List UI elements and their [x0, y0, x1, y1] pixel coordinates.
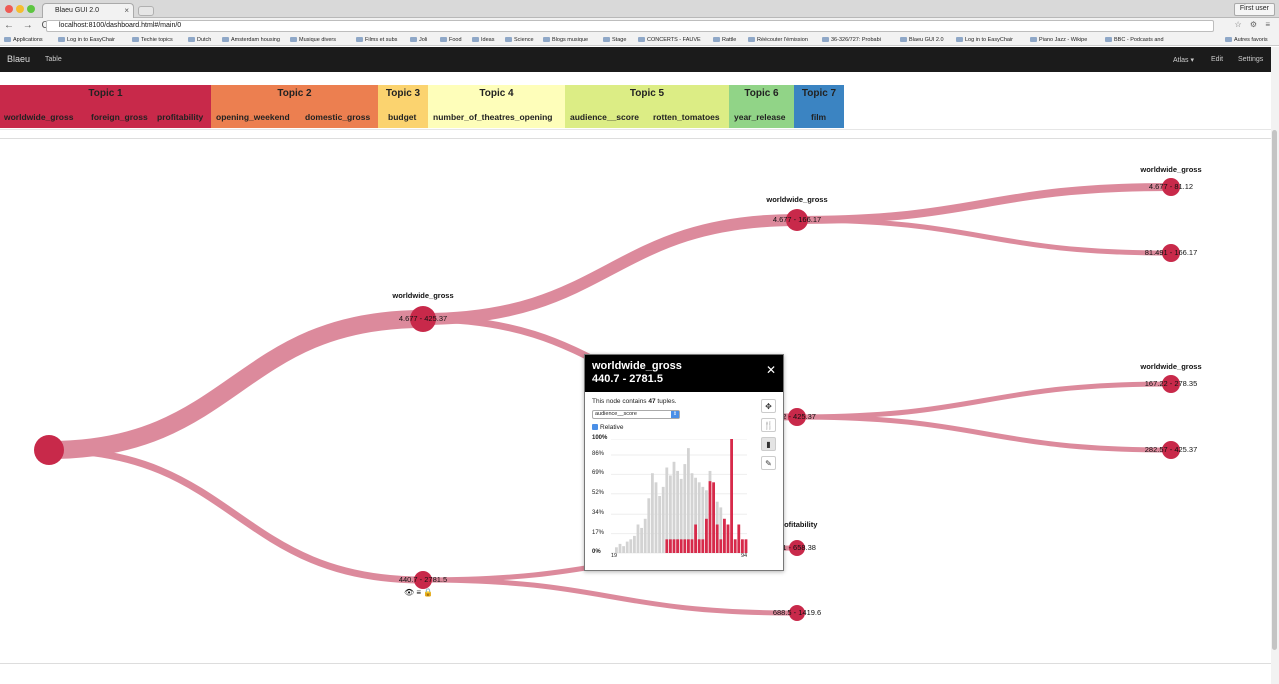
histogram-bar-node: [690, 539, 694, 553]
chart-icon[interactable]: ▮: [761, 437, 776, 451]
node-split-label: worldwide_gross: [1140, 165, 1202, 174]
y-tick-label: 69%: [592, 470, 605, 477]
popup-description: This node contains 47 tuples.: [592, 398, 677, 405]
x-tick-label: 19: [611, 553, 618, 559]
y-tick-label: 52%: [592, 489, 605, 496]
histogram-bar-node: [694, 524, 697, 553]
tree-edge: [422, 577, 798, 616]
select-value: audience__score: [595, 411, 637, 417]
histogram-bar-node: [733, 539, 737, 553]
node-action-icons[interactable]: 👁 ≡ 🔒: [404, 588, 433, 597]
tree-edge: [796, 183, 1172, 224]
histogram-bar-node: [708, 481, 712, 553]
histogram-bar-node: [669, 539, 672, 553]
checkbox-icon[interactable]: [592, 424, 598, 431]
y-tick-label: 86%: [592, 450, 605, 457]
relative-label: Relative: [600, 424, 624, 431]
node-range-label: 282.57 - 425.37: [1144, 445, 1198, 454]
node-range-label: 4.677 - 166.17: [772, 215, 822, 224]
histogram-bar-node: [726, 524, 730, 553]
histogram-bar-all: [661, 486, 665, 553]
histogram-bar-node: [715, 524, 719, 553]
close-icon[interactable]: ✕: [766, 363, 776, 377]
y-tick-label: 0%: [592, 549, 601, 555]
x-tick-label: 94: [741, 553, 748, 559]
desc-prefix: This node contains: [592, 398, 649, 405]
histogram-chart: [611, 439, 748, 554]
histogram-bar-all: [622, 546, 625, 553]
node-range-label: 4.677 - 425.37: [398, 314, 448, 323]
node-popup: worldwide_gross 440.7 - 2781.5 ✕ This no…: [584, 354, 784, 571]
tree-edge: [48, 310, 424, 459]
tree-node[interactable]: [34, 435, 64, 465]
histogram-bar-node: [701, 539, 705, 553]
node-range-label: 688.5 - 1419.6: [772, 608, 822, 617]
histogram-bar-node: [712, 482, 715, 553]
node-split-label: worldwide_gross: [766, 195, 828, 204]
scrollbar-thumb[interactable]: [1272, 130, 1277, 650]
tree-edge: [796, 217, 1172, 256]
edit-icon[interactable]: ✎: [761, 456, 776, 470]
histogram-bar-node: [665, 539, 669, 553]
histogram-bar-all: [647, 498, 651, 553]
histogram-bar-all: [654, 482, 658, 553]
node-range-label: 167.22 - 278.35: [1144, 379, 1198, 388]
histogram-bar-all: [651, 473, 654, 553]
divider: [0, 663, 1271, 664]
histogram-bar-all: [636, 524, 640, 553]
fork-icon[interactable]: 🍴: [761, 418, 776, 432]
attribute-select[interactable]: audience__score ⇕: [592, 410, 680, 419]
histogram-bar-node: [705, 518, 708, 553]
histogram-bar-all: [658, 496, 661, 553]
select-arrow-icon: ⇕: [671, 411, 679, 418]
node-range-label: 81.491 - 166.17: [1144, 248, 1198, 257]
y-tick-label: 34%: [592, 510, 605, 517]
histogram-bar-node: [687, 539, 690, 553]
histogram-bar-all: [629, 539, 633, 553]
histogram-bar-node: [683, 539, 687, 553]
tree-edge: [796, 381, 1172, 420]
histogram-bar-node: [719, 539, 723, 553]
node-range-label: 440.7 - 2781.5: [398, 575, 448, 584]
histogram-bar-node: [697, 539, 701, 553]
popup-range: 440.7 - 2781.5: [592, 373, 663, 385]
tree-edge: [422, 214, 798, 325]
decision-tree: [34, 178, 1180, 621]
histogram-bar-all: [643, 518, 647, 553]
histogram-bar-node: [676, 539, 679, 553]
y-tick-label: 17%: [592, 529, 605, 536]
histogram-bar-node: [741, 539, 744, 553]
node-split-label: worldwide_gross: [1140, 362, 1202, 371]
tree-edge: [48, 446, 424, 584]
popup-header: worldwide_gross 440.7 - 2781.5 ✕: [585, 355, 783, 392]
desc-suffix: tuples.: [655, 398, 677, 405]
histogram-bar-all: [625, 541, 629, 553]
histogram-bar-node: [737, 524, 741, 553]
histogram-bar-node: [744, 539, 748, 553]
histogram-bar-all: [633, 535, 636, 553]
y-tick-label: 100%: [592, 435, 608, 441]
histogram-bar-node: [672, 539, 676, 553]
relative-checkbox[interactable]: Relative: [592, 424, 623, 431]
histogram-bar-all: [640, 527, 643, 553]
histogram-bar-node: [679, 539, 683, 553]
node-split-label: worldwide_gross: [392, 291, 454, 300]
move-icon[interactable]: ✥: [761, 399, 776, 413]
histogram-bar-all: [618, 543, 622, 553]
node-range-label: 4.677 - 81.12: [1148, 182, 1194, 191]
popup-title: worldwide_gross: [592, 360, 682, 372]
histogram-bar-node: [730, 439, 733, 553]
histogram-bar-node: [723, 518, 726, 553]
histogram-bar-all: [687, 448, 690, 553]
tuple-count: 47: [648, 398, 656, 405]
tree-edge: [796, 414, 1172, 453]
